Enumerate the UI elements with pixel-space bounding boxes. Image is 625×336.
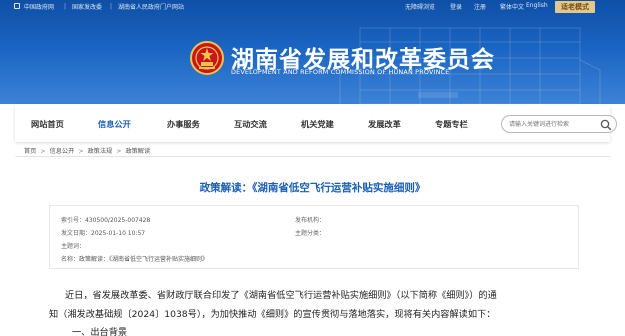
national-emblem-icon: [190, 41, 224, 75]
meta-topic: 主题分类：: [295, 228, 325, 237]
search-box: [501, 115, 617, 133]
article-section-heading: 一、出台背景: [72, 327, 128, 336]
meta-index-value: 430500/2025-007428: [85, 217, 151, 224]
home-icon: [14, 3, 20, 9]
breadcrumb: 首页 > 信息公开 > 政策法规 > 政策解读: [24, 146, 150, 155]
meta-date-label: 发文日期：: [61, 230, 92, 237]
site-header: 中国政府网 | 国家发改委 | 湖南省人民政府门户网站 无障碍浏览 登录 注册 …: [0, 0, 625, 104]
breadcrumb-policy-interpretation[interactable]: 政策解读: [125, 148, 150, 155]
nav-item-party-building[interactable]: 机关党建: [301, 118, 334, 130]
english-link[interactable]: English: [526, 2, 548, 9]
separator: |: [110, 3, 113, 10]
meta-name-value: 政策解读：《湖南省低空飞行运营补贴实施细则》: [79, 256, 209, 263]
article-paragraph: 近日，省发展改革委、省财政厅联合印发了《湖南省低空飞行运营补贴实施细则》（以下简…: [65, 290, 497, 301]
breadcrumb-separator: >: [40, 148, 46, 155]
nav-item-special-topics[interactable]: 专题专栏: [435, 118, 468, 130]
top-link-ndrc[interactable]: 国家发改委: [72, 2, 102, 11]
meta-name: 名称：政策解读：《湖南省低空飞行运营补贴实施细则》: [61, 254, 208, 263]
meta-index-label: 索引号：: [61, 217, 86, 224]
nav-item-development-reform[interactable]: 发展改革: [368, 118, 401, 130]
accessibility-link[interactable]: 无障碍浏览: [405, 2, 435, 11]
breadcrumb-home[interactable]: 首页: [24, 148, 36, 155]
main-nav: 网站首页 信息公开 办事服务 互动交流 机关党建 发展改革 专题专栏: [15, 104, 617, 142]
separator: |: [64, 3, 67, 10]
meta-topic-label: 主题分类：: [295, 230, 326, 237]
nav-item-interaction[interactable]: 互动交流: [234, 118, 267, 130]
breadcrumb-info-disclosure[interactable]: 信息公开: [50, 148, 75, 155]
article-title: 政策解读：《湖南省低空飞行运营补贴实施细则》: [199, 182, 426, 194]
article-paragraph: 知（湘发改基础规〔2024〕1038号），为加快推动《细则》的宣传贯彻与落地落实…: [49, 309, 496, 320]
elder-mode-button[interactable]: 适老模式: [555, 1, 595, 13]
nav-item-home[interactable]: 网站首页: [31, 118, 64, 130]
meta-keywords-label: 主题词：: [61, 243, 86, 250]
meta-index: 索引号：430500/2025-007428: [61, 215, 150, 224]
meta-date-value: 2025-01-10 10:57: [91, 230, 146, 237]
meta-date: 发文日期：2025-01-10 10:57: [61, 228, 145, 237]
traditional-chinese-link[interactable]: 繁体中文: [500, 2, 524, 11]
search-input[interactable]: [509, 118, 595, 130]
nav-item-services[interactable]: 办事服务: [167, 118, 200, 130]
login-link[interactable]: 登录: [450, 2, 462, 11]
site-subtitle: DEVELOPMENT AND REFORM COMMISSION OF HUN…: [231, 68, 450, 76]
register-link[interactable]: 注册: [474, 2, 486, 11]
breadcrumb-divider: [15, 156, 610, 157]
top-link-hunan-gov[interactable]: 湖南省人民政府门户网站: [118, 2, 184, 11]
nav-item-info-disclosure[interactable]: 信息公开: [98, 118, 131, 130]
breadcrumb-policies[interactable]: 政策法规: [88, 148, 113, 155]
search-icon[interactable]: [600, 119, 612, 131]
article-meta-table: 索引号：430500/2025-007428 发布机构： 发文日期：2025-0…: [49, 205, 579, 269]
top-link-gov[interactable]: 中国政府网: [24, 2, 54, 11]
meta-name-label: 名称：: [61, 256, 80, 263]
top-utility-bar: 中国政府网 | 国家发改委 | 湖南省人民政府门户网站 无障碍浏览 登录 注册 …: [0, 0, 625, 14]
breadcrumb-separator: >: [78, 148, 84, 155]
meta-org: 发布机构：: [295, 215, 325, 224]
meta-org-label: 发布机构：: [295, 217, 326, 224]
breadcrumb-separator: >: [116, 148, 122, 155]
meta-keywords: 主题词：: [61, 241, 85, 250]
